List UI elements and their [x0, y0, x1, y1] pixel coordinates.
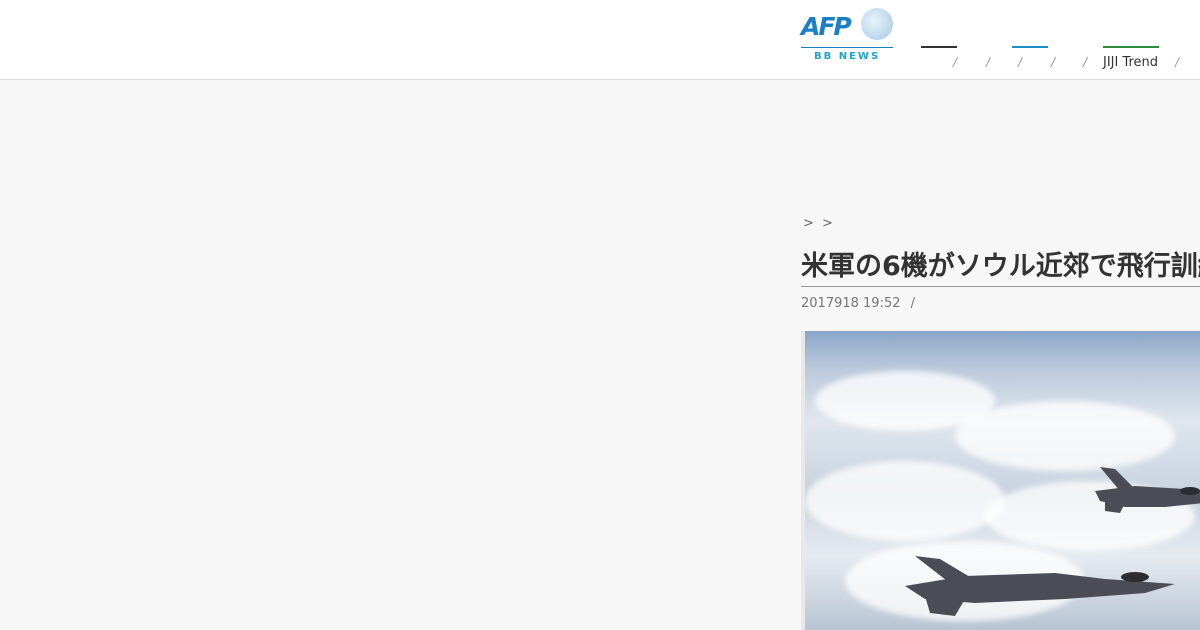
nav-item-5[interactable]	[1060, 46, 1080, 72]
nav-separator: /	[1083, 55, 1088, 69]
logo-bbnews-text: BB NEWS	[814, 51, 881, 62]
nav-item-1-bar	[921, 46, 957, 48]
nav-item-jiji-trend-bar	[1103, 46, 1159, 48]
article-date: 2017918 19:52	[801, 296, 901, 311]
article-meta: 2017918 19:52 /	[801, 296, 915, 311]
nav-item-1[interactable]	[921, 46, 957, 72]
meta-separator: /	[910, 296, 916, 311]
site-header: AFP BB NEWS / / / / / JIJI Trend /	[0, 0, 1200, 80]
nav-separator: /	[953, 55, 958, 69]
fighter-jets-icon	[905, 467, 1200, 616]
nav-item-jiji-trend[interactable]: JIJI Trend	[1103, 46, 1159, 72]
nav-separator: /	[1175, 55, 1180, 69]
nav-item-jiji-trend-label: JIJI Trend	[1103, 55, 1159, 70]
nav-separator: /	[1051, 55, 1056, 69]
nav-item-4-bar	[1012, 46, 1048, 48]
breadcrumb[interactable]: > >	[803, 216, 835, 231]
nav-item-4[interactable]	[1012, 46, 1048, 72]
article-title: 米軍の6機がソウル近郊で飛行訓練 北朝鮮をけん制	[801, 251, 1200, 282]
afpbb-logo[interactable]: AFP BB NEWS	[801, 8, 893, 64]
logo-afp-text: AFP	[801, 12, 852, 41]
nav-separator: /	[986, 55, 991, 69]
globe-icon	[861, 8, 893, 40]
article-photo[interactable]	[801, 331, 1200, 630]
title-divider	[801, 286, 1200, 287]
logo-rule	[801, 47, 893, 48]
